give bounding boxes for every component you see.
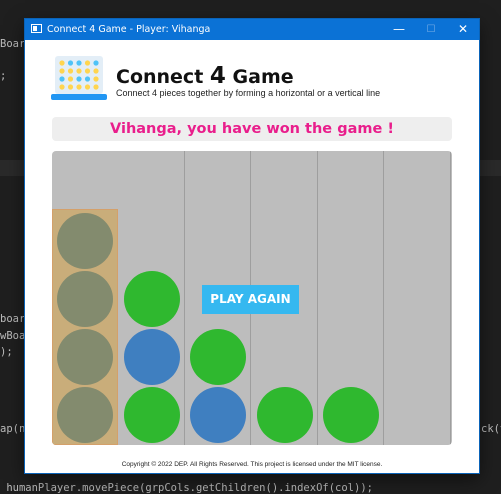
game-piece-faded — [57, 387, 113, 443]
game-piece-green — [257, 387, 313, 443]
game-piece-faded — [57, 329, 113, 385]
board-column-6[interactable] — [385, 151, 451, 445]
title-bar[interactable]: Connect 4 Game - Player: Vihanga — ☐ ✕ — [25, 19, 479, 40]
close-button[interactable]: ✕ — [447, 19, 479, 40]
window-title: Connect 4 Game - Player: Vihanga — [47, 24, 211, 35]
game-piece-faded — [57, 271, 113, 327]
code-line: humanPlayer.movePiece(grpCols.getChildre… — [0, 482, 373, 494]
game-piece-green — [190, 329, 246, 385]
game-title: Connect 4 Game — [116, 63, 294, 89]
game-piece-green — [124, 271, 180, 327]
game-piece-green — [323, 387, 379, 443]
code-line: ; — [0, 70, 7, 82]
status-banner: Vihanga, you have won the game ! — [52, 117, 452, 141]
game-piece-faded — [57, 213, 113, 269]
copyright-footer: Copyright © 2022 DEP. All Rights Reserve… — [121, 461, 383, 468]
code-line: ap(n — [0, 423, 26, 435]
game-subtitle: Connect 4 pieces together by forming a h… — [116, 88, 381, 98]
minimize-button[interactable]: — — [383, 19, 415, 40]
game-piece-green — [124, 387, 180, 443]
code-line: ); — [0, 346, 13, 358]
play-again-button[interactable]: PLAY AGAIN — [202, 285, 299, 314]
game-piece-blue — [190, 387, 246, 443]
code-line: Boar — [0, 38, 26, 50]
connect4-logo-icon — [51, 56, 107, 102]
game-piece-blue — [124, 329, 180, 385]
maximize-button[interactable]: ☐ — [415, 19, 447, 40]
game-window: Connect 4 Game - Player: Vihanga — ☐ ✕ C… — [25, 19, 479, 473]
code-line: wBoa — [0, 330, 26, 342]
code-line: ck(v — [481, 423, 501, 435]
app-window-icon — [31, 24, 42, 33]
